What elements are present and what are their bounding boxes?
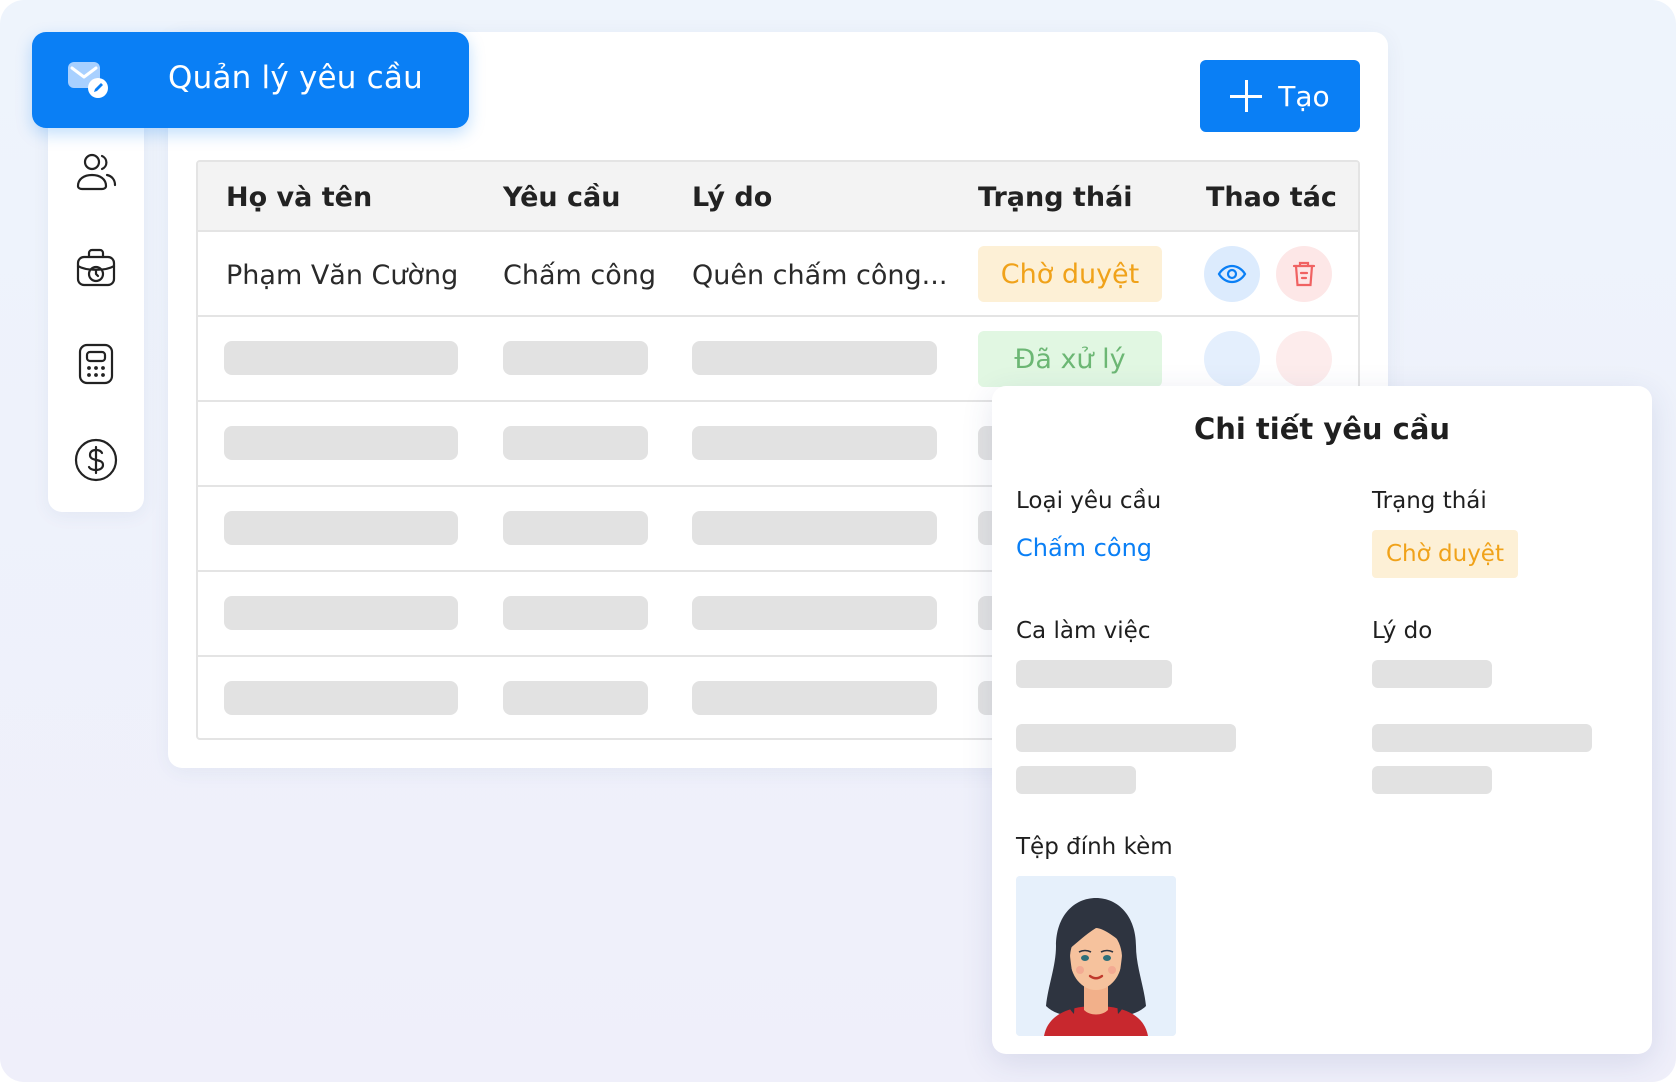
reason-label: Lý do bbox=[1372, 618, 1433, 644]
plus-icon bbox=[1230, 80, 1263, 112]
status-badge: Đã xử lý bbox=[978, 331, 1162, 387]
page-title-bar: Quản lý yêu cầu bbox=[32, 32, 469, 128]
sidebar bbox=[48, 100, 144, 512]
column-header-reason[interactable]: Lý do bbox=[692, 182, 772, 213]
skeleton-placeholder bbox=[1016, 660, 1172, 688]
status-badge: Chờ duyệt bbox=[978, 246, 1162, 302]
skeleton-placeholder bbox=[692, 341, 937, 375]
view-button[interactable] bbox=[1204, 246, 1260, 302]
table-header: Họ và tên Yêu cầu Lý do Trạng thái Thao … bbox=[198, 162, 1358, 232]
skeleton-placeholder bbox=[1372, 660, 1492, 688]
trash-icon bbox=[1292, 261, 1316, 287]
skeleton-placeholder bbox=[224, 596, 458, 630]
skeleton-placeholder bbox=[503, 681, 648, 715]
cell-reason: Quên chấm công... bbox=[692, 260, 948, 291]
briefcase-clock-icon[interactable] bbox=[72, 244, 120, 292]
skeleton-placeholder bbox=[224, 426, 458, 460]
calculator-icon[interactable] bbox=[72, 340, 120, 388]
request-type-value[interactable]: Chấm công bbox=[1016, 534, 1152, 562]
detail-title: Chi tiết yêu cầu bbox=[1193, 412, 1451, 446]
skeleton-placeholder bbox=[1016, 724, 1236, 752]
shift-label: Ca làm việc bbox=[1016, 618, 1151, 644]
request-type-label: Loại yêu cầu bbox=[1016, 488, 1162, 514]
column-header-actions: Thao tác bbox=[1206, 182, 1337, 213]
skeleton-placeholder bbox=[503, 426, 648, 460]
delete-button[interactable] bbox=[1276, 331, 1332, 387]
skeleton-placeholder bbox=[1016, 766, 1136, 794]
skeleton-placeholder bbox=[503, 341, 648, 375]
eye-icon bbox=[1217, 264, 1247, 284]
skeleton-placeholder bbox=[224, 511, 458, 545]
person-avatar-image bbox=[1016, 876, 1176, 1036]
skeleton-placeholder bbox=[692, 511, 937, 545]
skeleton-placeholder bbox=[692, 426, 937, 460]
skeleton-placeholder bbox=[1372, 766, 1492, 794]
column-header-name[interactable]: Họ và tên bbox=[226, 182, 372, 213]
skeleton-placeholder bbox=[692, 596, 937, 630]
skeleton-placeholder bbox=[503, 596, 648, 630]
create-button-label: Tạo bbox=[1278, 79, 1330, 113]
attachment-thumbnail[interactable] bbox=[1016, 876, 1176, 1036]
create-button[interactable]: Tạo bbox=[1200, 60, 1360, 132]
cell-request: Chấm công bbox=[503, 260, 657, 291]
skeleton-placeholder bbox=[692, 681, 937, 715]
table-row[interactable]: Phạm Văn Cường Chấm công Quên chấm công.… bbox=[198, 232, 1358, 317]
status-badge: Chờ duyệt bbox=[1372, 530, 1518, 578]
dollar-icon[interactable] bbox=[72, 436, 120, 484]
skeleton-placeholder bbox=[1372, 724, 1592, 752]
page-title: Quản lý yêu cầu bbox=[168, 60, 423, 96]
skeleton-placeholder bbox=[503, 511, 648, 545]
column-header-request[interactable]: Yêu cầu bbox=[503, 182, 620, 213]
attachment-label: Tệp đính kèm bbox=[1016, 834, 1173, 860]
column-header-status[interactable]: Trạng thái bbox=[978, 182, 1133, 213]
status-label: Trạng thái bbox=[1372, 488, 1487, 514]
view-button[interactable] bbox=[1204, 331, 1260, 387]
delete-button[interactable] bbox=[1276, 246, 1332, 302]
request-detail-card: Chi tiết yêu cầu Loại yêu cầu Chấm công … bbox=[992, 386, 1652, 1054]
mail-edit-icon bbox=[66, 60, 110, 100]
cell-name: Phạm Văn Cường bbox=[226, 260, 459, 291]
users-icon[interactable] bbox=[72, 148, 120, 196]
skeleton-placeholder bbox=[224, 681, 458, 715]
skeleton-placeholder bbox=[224, 341, 458, 375]
